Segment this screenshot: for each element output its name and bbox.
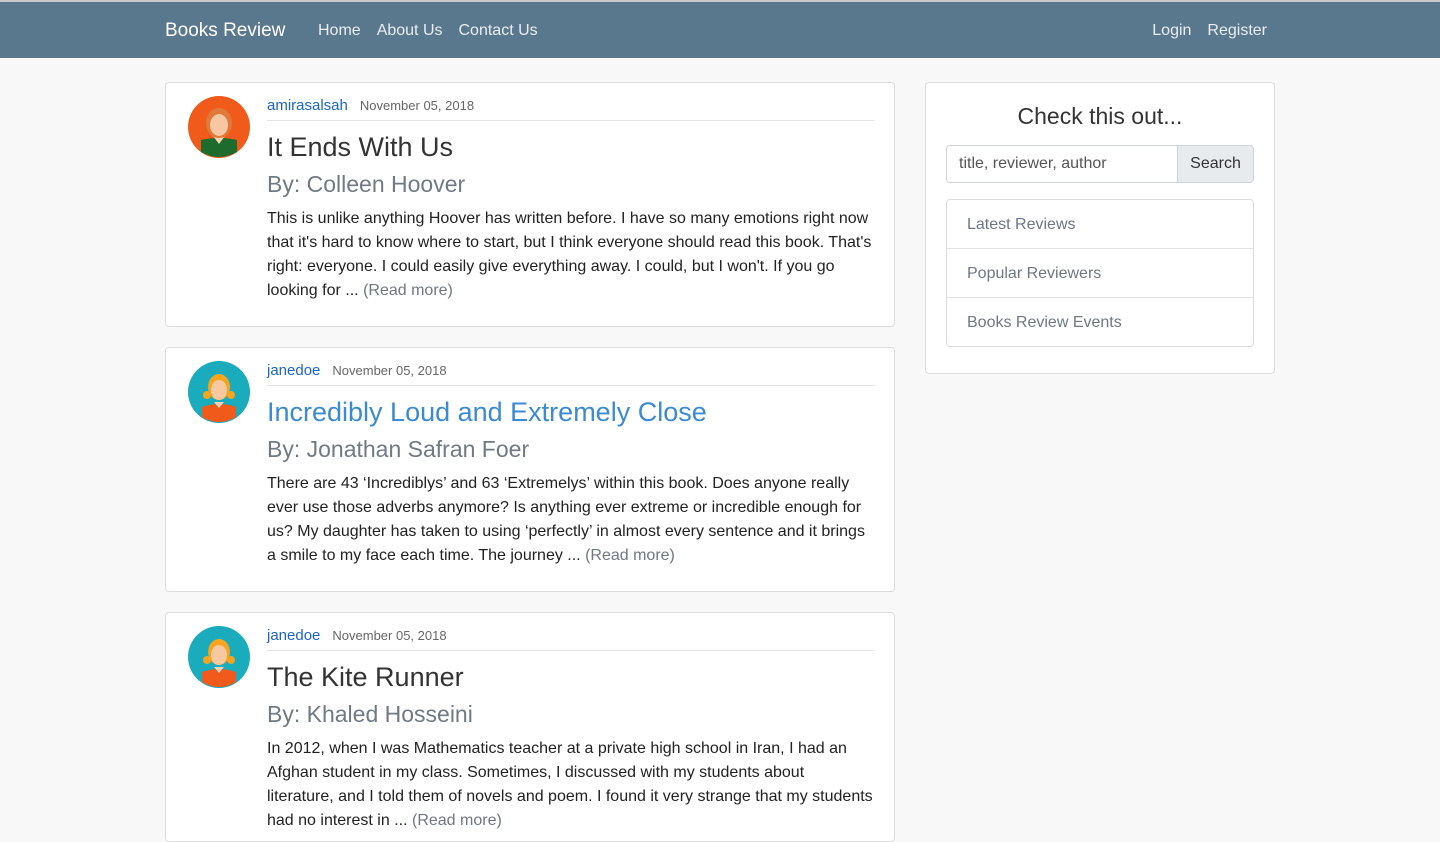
review-card: amirasalsah November 05, 2018 It Ends Wi… <box>165 82 895 327</box>
search-input[interactable] <box>946 145 1178 183</box>
brand-logo[interactable]: Books Review <box>165 20 285 42</box>
nav-login[interactable]: Login <box>1152 22 1191 40</box>
book-author: By: Khaled Hosseini <box>267 701 473 727</box>
review-date: November 05, 2018 <box>332 363 447 378</box>
review-meta: janedoe November 05, 2018 <box>267 627 875 651</box>
sidebar-item-latest-reviews[interactable]: Latest Reviews <box>947 200 1253 249</box>
review-date: November 05, 2018 <box>359 98 475 113</box>
girl-avatar-icon[interactable] <box>188 361 250 423</box>
nav-contact-us[interactable]: Contact Us <box>459 22 538 40</box>
book-title[interactable]: It Ends With Us <box>267 129 875 165</box>
sidebar-item-popular-reviewers[interactable]: Popular Reviewers <box>947 249 1253 298</box>
review-excerpt: This is unlike anything Hoover has writt… <box>267 207 875 303</box>
primary-nav: Home About Us Contact Us <box>318 22 538 40</box>
girl-avatar-icon[interactable] <box>188 626 250 688</box>
search-button[interactable]: Search <box>1177 145 1254 183</box>
review-excerpt: There are 43 ‘Incrediblys’ and 63 ‘Extre… <box>267 472 875 568</box>
red-haired-woman-avatar-icon[interactable] <box>188 96 250 158</box>
top-navbar: Books Review Home About Us Contact Us Lo… <box>0 0 1440 58</box>
review-card: janedoe November 05, 2018 The Kite Runne… <box>165 612 895 842</box>
sidebar-list: Latest Reviews Popular Reviewers Books R… <box>946 199 1254 347</box>
sidebar-title: Check this out... <box>1017 103 1183 129</box>
review-content: amirasalsah November 05, 2018 It Ends Wi… <box>267 97 875 303</box>
review-content: janedoe November 05, 2018 The Kite Runne… <box>267 627 875 833</box>
author-link[interactable]: amirasalsah <box>267 97 348 114</box>
excerpt-text: There are 43 ‘Incrediblys’ and 63 ‘Extre… <box>267 475 865 564</box>
book-author: By: Jonathan Safran Foer <box>267 436 530 462</box>
book-title[interactable]: The Kite Runner <box>267 659 875 695</box>
read-more-link[interactable]: (Read more) <box>363 282 453 299</box>
author-link[interactable]: janedoe <box>267 627 320 644</box>
read-more-link[interactable]: (Read more) <box>412 812 502 829</box>
nav-home[interactable]: Home <box>318 22 361 40</box>
account-nav: Login Register <box>1152 22 1267 40</box>
excerpt-text: This is unlike anything Hoover has writt… <box>267 210 872 299</box>
review-content: janedoe November 05, 2018 Incredibly Lou… <box>267 362 875 568</box>
author-link[interactable]: janedoe <box>267 362 320 379</box>
sidebar-item-books-review-events[interactable]: Books Review Events <box>947 298 1253 346</box>
book-title[interactable]: Incredibly Loud and Extremely Close <box>267 394 875 430</box>
sidebar-panel: Check this out... Search Latest Reviews … <box>925 82 1275 374</box>
review-date: November 05, 2018 <box>332 628 447 643</box>
nav-register[interactable]: Register <box>1207 22 1267 40</box>
review-meta: amirasalsah November 05, 2018 <box>267 97 875 121</box>
book-author: By: Colleen Hoover <box>267 171 466 197</box>
review-excerpt: In 2012, when I was Mathematics teacher … <box>267 737 875 833</box>
read-more-link[interactable]: (Read more) <box>585 547 675 564</box>
review-card: janedoe November 05, 2018 Incredibly Lou… <box>165 347 895 592</box>
review-meta: janedoe November 05, 2018 <box>267 362 875 386</box>
nav-about-us[interactable]: About Us <box>377 22 443 40</box>
